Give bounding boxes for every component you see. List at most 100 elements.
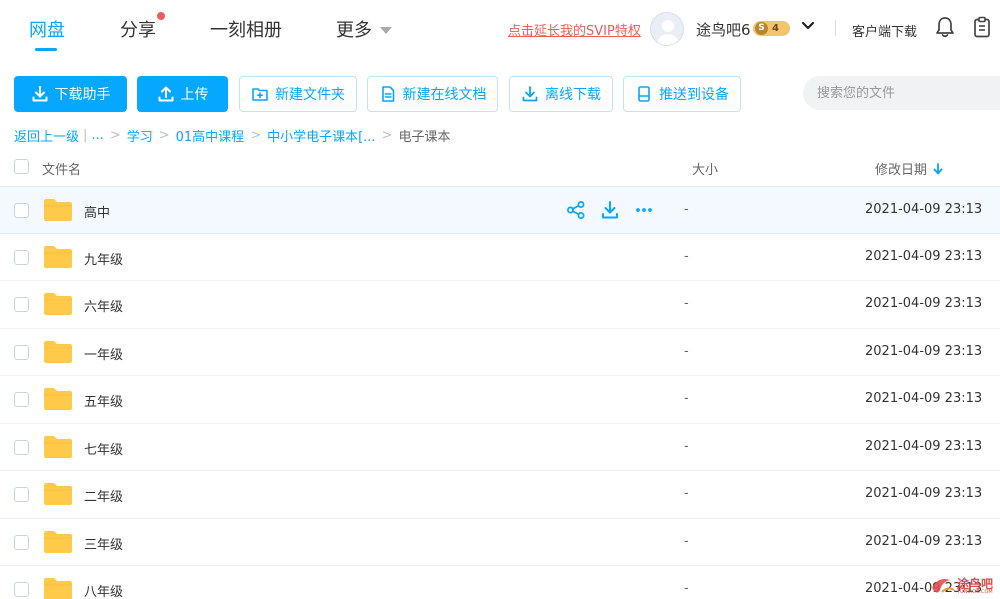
download-helper-button[interactable]: 下载助手 <box>14 76 127 112</box>
file-name[interactable]: 九年级 <box>84 249 123 268</box>
clipboard-icon[interactable] <box>972 16 992 38</box>
table-row[interactable]: 二年级 - 2021-04-09 23:13 <box>0 471 1000 519</box>
table-row[interactable]: 一年级 - 2021-04-09 23:13 <box>0 329 1000 376</box>
vip-level-number: 4 <box>772 23 779 34</box>
share-icon[interactable] <box>566 200 586 220</box>
svip-promo-link[interactable]: 点击延长我的SVIP特权 <box>508 20 641 39</box>
file-size: - <box>684 296 689 311</box>
column-header-name[interactable]: 文件名 <box>42 159 81 178</box>
row-checkbox[interactable] <box>14 297 29 312</box>
column-header-size[interactable]: 大小 <box>692 159 718 178</box>
watermark-subtext: TUNIAO8.COM <box>957 589 993 595</box>
file-date: 2021-04-09 23:13 <box>865 486 983 501</box>
new-online-doc-button[interactable]: 新建在线文档 <box>367 76 498 112</box>
row-checkbox[interactable] <box>14 392 29 407</box>
file-date: 2021-04-09 23:13 <box>865 343 983 359</box>
nav-tab-share[interactable]: 分享 <box>120 16 156 42</box>
breadcrumb-item[interactable]: 01高中课程 <box>176 126 245 145</box>
column-header-date[interactable]: 修改日期 <box>875 159 943 178</box>
download-icon <box>32 86 47 102</box>
file-name[interactable]: 三年级 <box>84 534 123 553</box>
upload-label: 上传 <box>180 87 209 103</box>
select-all-checkbox[interactable] <box>14 159 29 174</box>
column-header-date-label: 修改日期 <box>875 163 928 178</box>
new-folder-label: 新建文件夹 <box>275 87 345 103</box>
offline-download-button[interactable]: 离线下载 <box>509 76 613 112</box>
download-helper-label: 下载助手 <box>54 87 111 103</box>
breadcrumb-ellipsis[interactable]: ... <box>91 128 103 143</box>
file-name[interactable]: 八年级 <box>84 581 123 599</box>
row-checkbox[interactable] <box>14 582 29 597</box>
file-size: - <box>684 343 689 359</box>
file-name[interactable]: 五年级 <box>84 391 123 410</box>
upload-button[interactable]: 上传 <box>137 76 228 112</box>
file-name[interactable]: 高中 <box>84 202 110 221</box>
search-input[interactable] <box>803 76 1000 110</box>
table-row[interactable]: 三年级 - 2021-04-09 23:13 <box>0 519 1000 566</box>
file-name[interactable]: 二年级 <box>84 486 123 505</box>
nav-tab-netdisk[interactable]: 网盘 <box>29 16 65 42</box>
row-checkbox[interactable] <box>14 203 29 218</box>
document-icon <box>381 86 394 102</box>
breadcrumb-back-link[interactable]: 返回上一级 <box>14 126 79 145</box>
table-row[interactable]: 高中 - 2021-04-09 23:13 <box>0 186 1000 234</box>
file-name[interactable]: 六年级 <box>84 296 123 315</box>
breadcrumb-separator: > <box>109 128 121 143</box>
folder-icon <box>44 435 72 458</box>
avatar[interactable] <box>650 12 684 46</box>
file-date: 2021-04-09 23:13 <box>865 296 983 311</box>
row-checkbox[interactable] <box>14 344 29 360</box>
folder-icon <box>44 578 72 599</box>
file-date: 2021-04-09 23:13 <box>865 248 983 264</box>
client-download-link[interactable]: 客户端下载 <box>852 21 917 40</box>
file-size: - <box>684 581 689 596</box>
breadcrumb-separator: > <box>158 128 170 143</box>
folder-icon <box>44 199 72 221</box>
file-date: 2021-04-09 23:13 <box>865 391 983 406</box>
file-size: - <box>684 248 689 264</box>
new-folder-icon <box>252 88 268 101</box>
more-icon[interactable] <box>634 200 654 220</box>
file-name[interactable]: 一年级 <box>84 344 123 363</box>
row-checkbox[interactable] <box>14 487 29 502</box>
vip-level-badge: S 4 <box>753 21 790 36</box>
file-date: 2021-04-09 23:13 <box>865 438 983 454</box>
file-size: - <box>684 202 689 217</box>
file-size: - <box>684 533 689 549</box>
breadcrumb-item[interactable]: 学习 <box>127 126 153 145</box>
breadcrumb-current: 电子课本 <box>398 130 451 145</box>
nav-tab-more[interactable]: 更多 <box>336 16 372 42</box>
chevron-down-icon[interactable] <box>801 19 815 33</box>
file-date: 2021-04-09 23:13 <box>865 533 983 549</box>
folder-icon <box>44 483 72 505</box>
table-row[interactable]: 九年级 - 2021-04-09 23:13 <box>0 234 1000 281</box>
caret-down-icon[interactable] <box>380 27 392 34</box>
nav-tab-album[interactable]: 一刻相册 <box>210 16 282 42</box>
table-row[interactable]: 六年级 - 2021-04-09 23:13 <box>0 281 1000 329</box>
row-checkbox[interactable] <box>14 249 29 265</box>
bell-icon[interactable] <box>935 16 955 38</box>
breadcrumb-divider: | <box>83 128 88 143</box>
download-icon[interactable] <box>600 200 620 220</box>
search-box[interactable] <box>803 76 1000 110</box>
table-row[interactable]: 八年级 - 2021-04-09 23:13 <box>0 566 1000 599</box>
offline-download-label: 离线下载 <box>545 87 601 103</box>
table-row[interactable]: 五年级 - 2021-04-09 23:13 <box>0 376 1000 424</box>
row-checkbox[interactable] <box>14 534 29 550</box>
row-actions <box>566 200 654 220</box>
push-to-device-button[interactable]: 推送到设备 <box>623 76 741 112</box>
row-checkbox[interactable] <box>14 439 29 455</box>
breadcrumb-item[interactable]: 中小学电子课本[... <box>267 126 375 145</box>
active-tab-indicator <box>35 48 57 51</box>
sort-down-icon[interactable] <box>933 162 943 175</box>
device-icon <box>638 86 650 102</box>
breadcrumb: 返回上一级 | ... > 学习 > 01高中课程 > 中小学电子课本[... … <box>14 126 451 145</box>
table-row[interactable]: 七年级 - 2021-04-09 23:13 <box>0 424 1000 471</box>
new-folder-button[interactable]: 新建文件夹 <box>239 76 357 112</box>
folder-icon <box>44 245 72 268</box>
username[interactable]: 途鸟吧6 <box>696 19 751 40</box>
file-name[interactable]: 七年级 <box>84 439 123 458</box>
folder-icon <box>44 293 72 315</box>
push-to-device-label: 推送到设备 <box>659 87 729 103</box>
new-online-doc-label: 新建在线文档 <box>402 87 487 103</box>
